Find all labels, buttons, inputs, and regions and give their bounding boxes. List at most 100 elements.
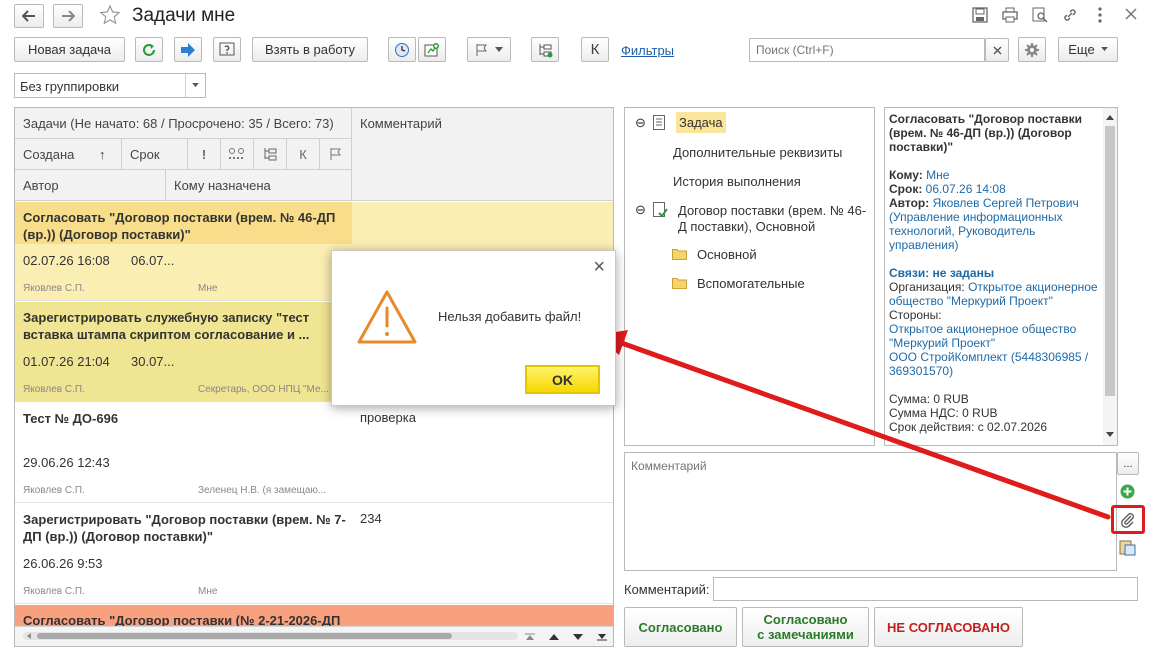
col-created[interactable]: Создана ↑ xyxy=(15,139,122,170)
back-button[interactable] xyxy=(14,4,44,28)
close-window-icon[interactable] xyxy=(1124,7,1138,24)
dialog-ok-button[interactable]: OK xyxy=(525,365,600,394)
scrollbar-thumb[interactable] xyxy=(1105,126,1115,396)
paste-icon[interactable] xyxy=(1119,539,1136,559)
more-button[interactable]: Еще xyxy=(1058,37,1118,62)
info-org-label: Организация: xyxy=(889,280,965,294)
favorite-star-icon[interactable] xyxy=(99,4,123,28)
clear-search-button[interactable] xyxy=(985,38,1009,62)
sort-asc-icon: ↑ xyxy=(99,146,106,162)
dialog-message: Нельзя добавить файл! xyxy=(438,309,582,324)
table-row[interactable]: Зарегистрировать "Договор поставки (врем… xyxy=(15,504,613,604)
tree-item-main[interactable]: Основной xyxy=(697,247,757,262)
gear-icon xyxy=(1025,42,1039,57)
col-author[interactable]: Автор xyxy=(15,170,166,201)
info-parties-label: Стороны: xyxy=(889,308,942,322)
scroll-last-button[interactable] xyxy=(590,627,613,646)
attach-file-button[interactable] xyxy=(1111,505,1145,534)
approved-button[interactable]: Согласовано xyxy=(624,607,737,647)
task-assignee: Мне xyxy=(198,586,218,597)
scroll-left-icon[interactable] xyxy=(27,633,31,639)
info-to-label: Кому: xyxy=(889,168,923,182)
not-approved-button[interactable]: НЕ СОГЛАСОВАНО xyxy=(874,607,1023,647)
tree-item-extra[interactable]: Дополнительные реквизиты xyxy=(673,145,842,160)
tree-collapse-icon[interactable]: ⊖ xyxy=(635,202,646,218)
new-task-button[interactable]: Новая задача xyxy=(14,37,125,62)
refresh-button[interactable] xyxy=(135,37,163,62)
search-input[interactable] xyxy=(749,38,985,62)
k-label: К xyxy=(590,41,600,58)
comment-open-button[interactable]: ... xyxy=(1117,452,1139,475)
forward-button[interactable] xyxy=(53,4,83,28)
scroll-up-icon[interactable] xyxy=(1106,115,1114,120)
col-k-label: К xyxy=(299,146,307,162)
print-icon[interactable] xyxy=(1002,7,1018,26)
add-comment-icon[interactable] xyxy=(1120,484,1135,502)
col-due[interactable]: Срок xyxy=(122,139,188,170)
info-vat: Сумма НДС: 0 RUB xyxy=(889,406,998,420)
col-structure[interactable] xyxy=(254,139,287,170)
scroll-down-button[interactable] xyxy=(566,627,590,646)
tree-item-history[interactable]: История выполнения xyxy=(673,174,801,189)
approved-remarks-line2: с замечаниями xyxy=(757,627,854,642)
task-tree[interactable]: ⊖ Задача Дополнительные реквизиты Истори… xyxy=(624,107,875,446)
col-assignee[interactable]: Кому назначена xyxy=(166,170,352,201)
tree-item-task[interactable]: Задача xyxy=(676,112,726,133)
info-party-2[interactable]: ООО СтройКомплект (5448306985 / 36930157… xyxy=(889,350,1101,378)
preview-icon[interactable] xyxy=(1032,7,1048,26)
scroll-first-button[interactable] xyxy=(518,627,542,646)
dots-icon: ... xyxy=(1123,457,1133,470)
approved-with-remarks-button[interactable]: Согласовано с замечаниями xyxy=(742,607,869,647)
task-comment: 234 xyxy=(360,511,382,526)
deadline-button[interactable] xyxy=(388,37,416,62)
chevron-down-icon xyxy=(573,633,583,640)
horizontal-scrollbar[interactable] xyxy=(23,632,518,640)
comment-textarea[interactable] xyxy=(624,452,1117,571)
tree-item-contract[interactable]: Договор поставки (врем. № 46-Д поставки)… xyxy=(678,203,874,235)
col-k[interactable]: К xyxy=(287,139,320,170)
forward-task-button[interactable] xyxy=(174,37,202,62)
settings-button[interactable] xyxy=(1018,37,1046,62)
scrollbar-thumb[interactable] xyxy=(37,633,452,639)
tree-collapse-icon[interactable]: ⊖ xyxy=(635,115,646,131)
dialog-close-button[interactable]: × xyxy=(593,256,605,279)
flag-dropdown-button[interactable] xyxy=(467,37,511,62)
info-scrollbar[interactable] xyxy=(1103,108,1117,445)
filters-link[interactable]: Фильтры xyxy=(621,43,674,58)
add-report-button[interactable] xyxy=(418,37,446,62)
task-title: Зарегистрировать служебную записку "тест… xyxy=(23,310,310,342)
structure-button[interactable] xyxy=(531,37,559,62)
document-icon xyxy=(653,115,665,130)
info-party-1[interactable]: Открытое акционерное общество "Меркурий … xyxy=(889,322,1101,350)
col-importance[interactable]: ! xyxy=(188,139,221,170)
scroll-up-button[interactable] xyxy=(542,627,566,646)
grouping-value: Без группировки xyxy=(20,79,120,94)
grouping-dropdown-button[interactable] xyxy=(185,74,205,97)
window-title: Задачи мне xyxy=(132,5,236,26)
info-author-label: Автор: xyxy=(889,196,930,210)
col-status[interactable] xyxy=(221,139,254,170)
save-icon[interactable] xyxy=(972,7,988,26)
grouping-select[interactable]: Без группировки xyxy=(14,73,206,98)
take-to-work-button[interactable]: Взять в работу xyxy=(252,37,368,62)
link-icon[interactable] xyxy=(1062,7,1078,26)
status-icon xyxy=(229,148,245,159)
chevron-up-icon xyxy=(549,633,559,640)
table-row[interactable]: Тест № ДО-696 проверка 29.06.26 12:43 Як… xyxy=(15,403,613,503)
k-button[interactable]: К xyxy=(581,37,609,62)
info-sum: Сумма: 0 RUB xyxy=(889,392,969,406)
error-dialog: × Нельзя добавить файл! OK xyxy=(331,250,616,406)
info-to-value[interactable]: Мне xyxy=(926,168,949,182)
col-flag[interactable] xyxy=(320,139,352,170)
chevron-down-icon xyxy=(192,83,199,88)
comment-input[interactable] xyxy=(713,577,1138,601)
comment-header[interactable]: Комментарий xyxy=(352,108,613,201)
more-menu-icon[interactable] xyxy=(1096,6,1104,27)
scroll-down-icon[interactable] xyxy=(1106,432,1114,437)
help-button[interactable] xyxy=(213,37,241,62)
scroll-top-icon xyxy=(525,633,535,640)
task-title: Зарегистрировать "Договор поставки (врем… xyxy=(23,512,346,544)
chevron-down-icon xyxy=(1100,47,1108,52)
tree-item-aux[interactable]: Вспомогательные xyxy=(697,276,805,291)
task-info-panel: Согласовать "Договор поставки (врем. № 4… xyxy=(884,107,1118,446)
